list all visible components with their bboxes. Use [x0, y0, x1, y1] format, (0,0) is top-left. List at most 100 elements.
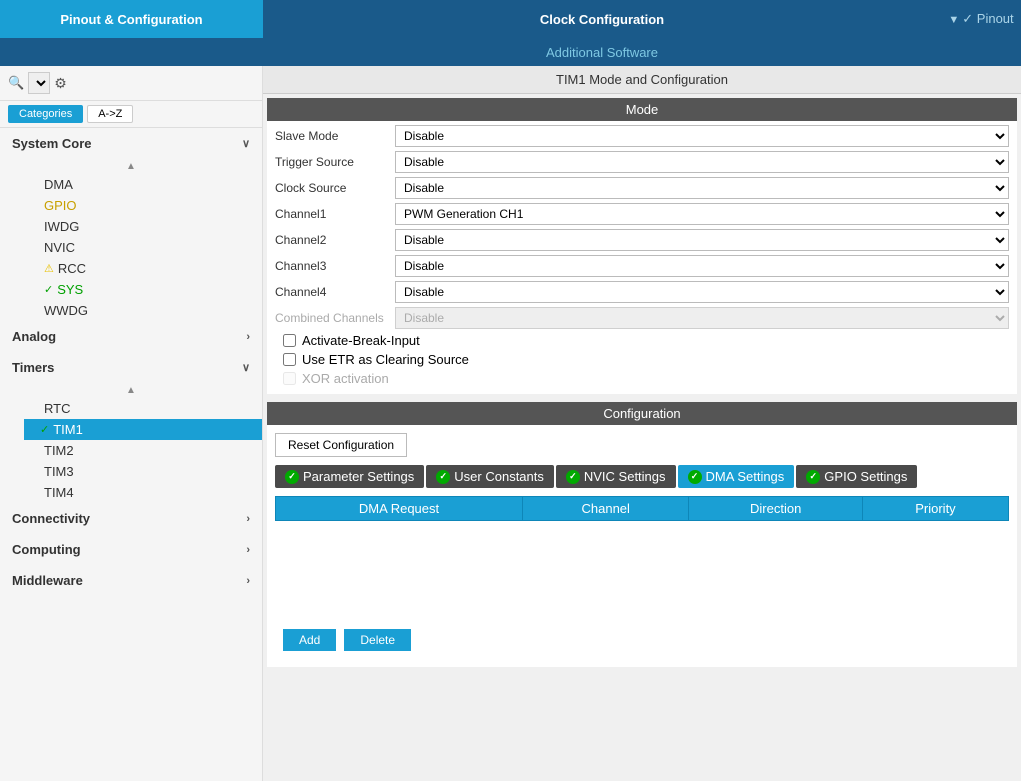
dma-settings-icon: ✓ [688, 470, 702, 484]
use-etr-checkbox[interactable] [283, 353, 296, 366]
clock-source-select[interactable]: Disable [395, 177, 1009, 199]
dma-settings-label: DMA Settings [706, 469, 785, 484]
middleware-section: Middleware › [0, 565, 262, 596]
clock-header[interactable]: Clock Configuration [263, 0, 941, 38]
channel4-select[interactable]: Disable [395, 281, 1009, 303]
az-tab[interactable]: A->Z [87, 105, 133, 123]
tab-user-constants[interactable]: ✓ User Constants [426, 465, 554, 488]
channel2-row: Channel2 Disable [275, 229, 1009, 251]
tab-dma-settings[interactable]: ✓ DMA Settings [678, 465, 795, 488]
pinout-header[interactable]: Pinout & Configuration [0, 0, 263, 38]
sidebar-item-tim3[interactable]: TIM3 [40, 461, 262, 482]
sidebar-item-tim1[interactable]: ✓ TIM1 [24, 419, 263, 440]
channel3-row: Channel3 Disable [275, 255, 1009, 277]
sidebar-item-rcc[interactable]: ⚠ RCC [40, 258, 262, 279]
secondary-left [0, 38, 263, 66]
gpio-settings-label: GPIO Settings [824, 469, 907, 484]
system-core-items: DMA GPIO IWDG NVIC ⚠ RCC ✓ SYS [0, 174, 262, 321]
xor-activation-row: XOR activation [275, 371, 1009, 386]
scroll-up-arrow: ▲ [0, 159, 262, 174]
system-core-header[interactable]: System Core ∨ [0, 128, 262, 159]
clock-header-label: Clock Configuration [540, 12, 664, 27]
activate-break-checkbox[interactable] [283, 334, 296, 347]
tab-parameter-settings[interactable]: ✓ Parameter Settings [275, 465, 424, 488]
combined-channels-row: Combined Channels Disable [275, 307, 1009, 329]
rtc-label: RTC [44, 401, 70, 416]
user-constants-icon: ✓ [436, 470, 450, 484]
combined-channels-label: Combined Channels [275, 311, 395, 325]
system-core-label: System Core [12, 136, 91, 151]
channel3-select[interactable]: Disable [395, 255, 1009, 277]
middleware-header[interactable]: Middleware › [0, 565, 262, 596]
categories-tab[interactable]: Categories [8, 105, 83, 123]
pinout-short-label: ▼ ✓ Pinout [948, 11, 1013, 27]
channel1-row: Channel1 PWM Generation CH1 [275, 203, 1009, 225]
secondary-right [941, 38, 1021, 66]
tab-nvic-settings[interactable]: ✓ NVIC Settings [556, 465, 676, 488]
dma-label: DMA [44, 177, 73, 192]
analog-arrow: › [246, 331, 250, 343]
content-area: TIM1 Mode and Configuration Mode Slave M… [263, 66, 1021, 781]
config-header: Configuration [267, 402, 1017, 425]
sidebar-item-nvic[interactable]: NVIC [40, 237, 262, 258]
sidebar-item-gpio[interactable]: GPIO [40, 195, 262, 216]
system-core-section: System Core ∨ ▲ DMA GPIO IWDG NVIC ⚠ [0, 128, 262, 321]
user-constants-label: User Constants [454, 469, 544, 484]
delete-button[interactable]: Delete [344, 629, 411, 651]
iwdg-label: IWDG [44, 219, 79, 234]
trigger-source-row: Trigger Source Disable [275, 151, 1009, 173]
nvic-label: NVIC [44, 240, 75, 255]
add-button[interactable]: Add [283, 629, 336, 651]
gear-icon[interactable]: ⚙ [54, 75, 67, 92]
search-select[interactable] [28, 72, 50, 94]
timers-header[interactable]: Timers ∨ [0, 352, 262, 383]
pinout-header-label: Pinout & Configuration [60, 12, 202, 27]
sys-label: SYS [57, 282, 83, 297]
mode-body: Slave Mode Disable Trigger Source Disabl… [267, 121, 1017, 394]
sidebar-item-sys[interactable]: ✓ SYS [40, 279, 262, 300]
timers-arrow: ∨ [242, 361, 250, 374]
gpio-label: GPIO [44, 198, 77, 213]
middleware-label: Middleware [12, 573, 83, 588]
sidebar-item-dma[interactable]: DMA [40, 174, 262, 195]
trigger-source-label: Trigger Source [275, 155, 395, 169]
mode-header: Mode [267, 98, 1017, 121]
middleware-arrow: › [246, 575, 250, 587]
computing-header[interactable]: Computing › [0, 534, 262, 565]
dma-col-priority: Priority [862, 497, 1008, 521]
timers-items: RTC ✓ TIM1 TIM2 TIM3 TIM4 [0, 398, 262, 503]
clock-source-label: Clock Source [275, 181, 395, 195]
connectivity-arrow: › [246, 513, 250, 525]
filter-tabs: Categories A->Z [0, 101, 262, 128]
connectivity-header[interactable]: Connectivity › [0, 503, 262, 534]
sidebar-item-rtc[interactable]: RTC [40, 398, 262, 419]
param-settings-icon: ✓ [285, 470, 299, 484]
computing-arrow: › [246, 544, 250, 556]
xor-activation-label: XOR activation [302, 371, 389, 386]
sidebar-item-tim2[interactable]: TIM2 [40, 440, 262, 461]
computing-label: Computing [12, 542, 81, 557]
sidebar-item-iwdg[interactable]: IWDG [40, 216, 262, 237]
slave-mode-select[interactable]: Disable [395, 125, 1009, 147]
channel2-select[interactable]: Disable [395, 229, 1009, 251]
pinout-short-header: ▼ ✓ Pinout [941, 0, 1021, 38]
wwdg-label: WWDG [44, 303, 88, 318]
param-settings-label: Parameter Settings [303, 469, 414, 484]
config-body: Reset Configuration ✓ Parameter Settings… [267, 425, 1017, 667]
tab-gpio-settings[interactable]: ✓ GPIO Settings [796, 465, 917, 488]
clock-source-row: Clock Source Disable [275, 177, 1009, 199]
analog-header[interactable]: Analog › [0, 321, 262, 352]
trigger-source-select[interactable]: Disable [395, 151, 1009, 173]
analog-section: Analog › [0, 321, 262, 352]
computing-section: Computing › [0, 534, 262, 565]
sys-check-icon: ✓ [44, 283, 53, 296]
sidebar-item-wwdg[interactable]: WWDG [40, 300, 262, 321]
channel1-select[interactable]: PWM Generation CH1 [395, 203, 1009, 225]
activate-break-row: Activate-Break-Input [275, 333, 1009, 348]
use-etr-row: Use ETR as Clearing Source [275, 352, 1009, 367]
nvic-settings-label: NVIC Settings [584, 469, 666, 484]
reset-config-button[interactable]: Reset Configuration [275, 433, 407, 457]
sidebar-item-tim4[interactable]: TIM4 [40, 482, 262, 503]
sidebar: 🔍 ⚙ Categories A->Z System Core ∨ ▲ DMA … [0, 66, 263, 781]
activate-break-label: Activate-Break-Input [302, 333, 420, 348]
